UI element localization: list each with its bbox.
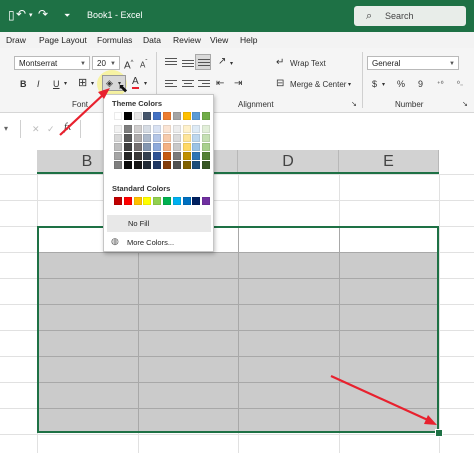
annotation-arrow-to-fill-handle xyxy=(330,374,431,423)
annotation-arrows xyxy=(59,88,437,425)
annotation-arrow-to-fill-button xyxy=(59,92,106,136)
arrowhead xyxy=(424,415,437,425)
